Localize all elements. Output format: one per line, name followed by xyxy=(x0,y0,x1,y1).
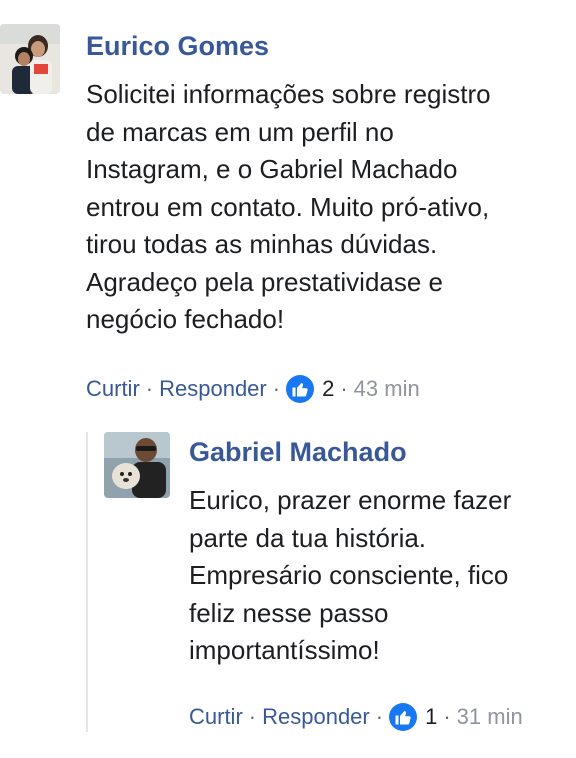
profile-photo-icon xyxy=(104,432,170,498)
thread-line xyxy=(86,432,88,732)
like-reaction-icon[interactable] xyxy=(286,375,315,403)
reply-link[interactable]: Responder xyxy=(262,702,370,732)
reply-link[interactable]: Responder xyxy=(159,374,267,404)
like-link[interactable]: Curtir xyxy=(86,374,140,404)
profile-photo-icon xyxy=(0,24,60,94)
comment-line: negócio fechado! xyxy=(86,304,285,334)
reply-line: Empresário consciente, fico xyxy=(189,560,509,590)
timestamp[interactable]: 31 min xyxy=(457,702,523,732)
timestamp[interactable]: 43 min xyxy=(354,374,420,404)
reply-text: Eurico, prazer enorme fazer parte da tua… xyxy=(189,482,511,670)
reply-author[interactable]: Gabriel Machado xyxy=(189,436,407,468)
reaction-count[interactable]: 1 xyxy=(425,702,437,732)
comment-line: Agradeço pela prestatividase e xyxy=(86,266,444,297)
comment-line: de marcas em um perfil no xyxy=(86,116,394,147)
separator: · xyxy=(340,376,348,401)
comment-line: Solicitei informações sobre registro xyxy=(86,79,491,109)
avatar-gabriel[interactable] xyxy=(104,432,170,498)
comment-line: tirou todas as minhas dúvidas. xyxy=(86,229,438,259)
comment-author[interactable]: Eurico Gomes xyxy=(86,30,269,62)
comment-actions: Curtir · Responder · 2 · 43 min xyxy=(86,374,420,404)
separator: · xyxy=(145,376,154,401)
separator: · xyxy=(443,704,451,729)
comment-line: Instagram, e o Gabriel Machado xyxy=(86,154,458,184)
comment-text: Solicitei informações sobre registro de … xyxy=(86,76,491,339)
reply-line: importantíssimo! xyxy=(189,635,380,665)
reply-actions: Curtir · Responder · 1 · 31 min xyxy=(189,702,523,732)
separator: · xyxy=(248,704,257,729)
avatar-eurico[interactable] xyxy=(0,24,60,94)
like-link[interactable]: Curtir xyxy=(189,702,243,732)
reply-line: parte da tua história. xyxy=(189,522,427,553)
separator: · xyxy=(272,376,281,401)
separator: · xyxy=(375,704,384,729)
like-reaction-icon[interactable] xyxy=(389,703,418,731)
reply-line: Eurico, prazer enorme fazer xyxy=(189,485,512,515)
reaction-count[interactable]: 2 xyxy=(322,374,334,404)
reply-line: feliz nesse passo xyxy=(189,597,389,628)
comment-line: entrou em contato. Muito pró-ativo, xyxy=(86,191,490,222)
